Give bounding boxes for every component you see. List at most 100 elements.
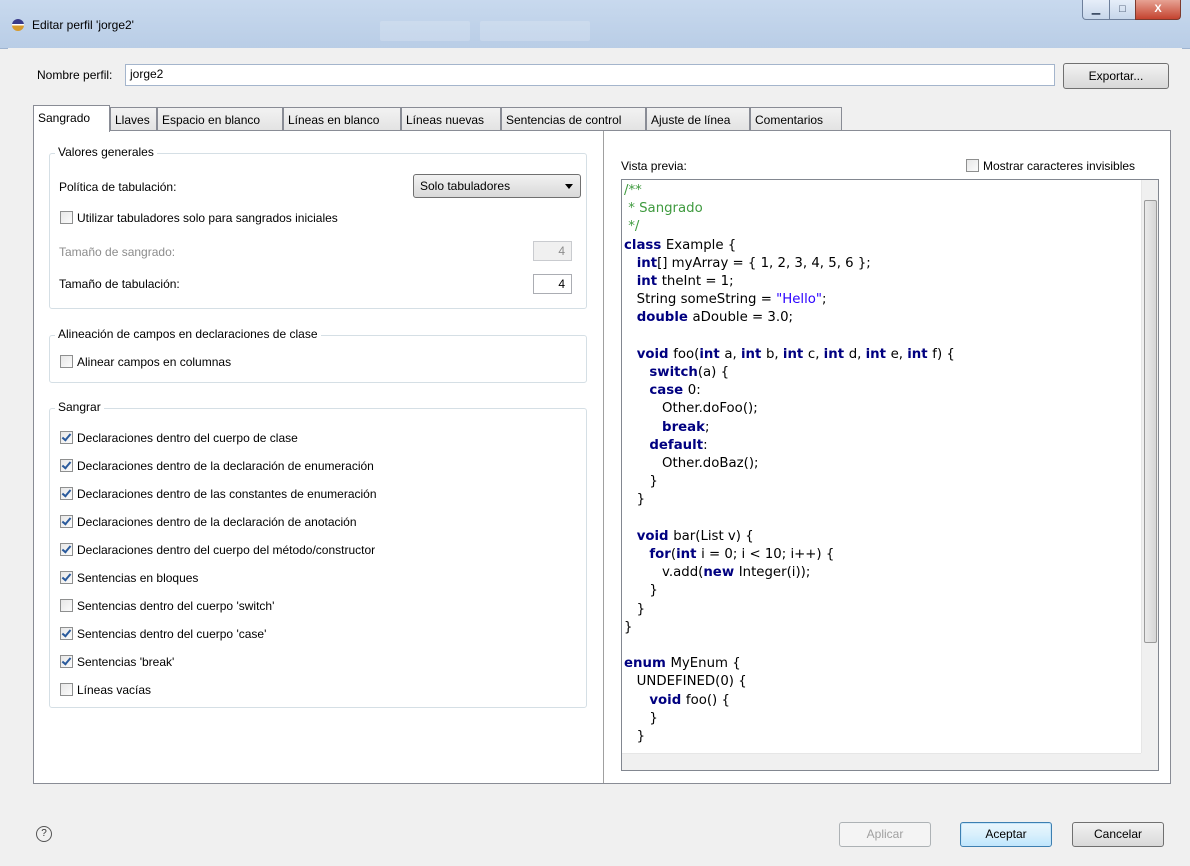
background-blur — [480, 21, 590, 41]
chevron-down-icon — [565, 184, 573, 189]
tab-sangrado[interactable]: Sangrado — [33, 105, 110, 132]
checkbox[interactable] — [60, 599, 73, 612]
code-line: String someString = "Hello"; — [624, 292, 827, 308]
code-line: Other.doBaz(); — [624, 456, 759, 472]
checkbox[interactable] — [60, 543, 73, 556]
code-line: Other.doFoo(); — [624, 401, 758, 417]
panel-divider — [603, 131, 604, 783]
tab-policy-value: Solo tabuladores — [420, 179, 511, 193]
code-line: enum MyEnum { — [624, 656, 741, 672]
tab-ajuste-de-linea[interactable]: Ajuste de línea — [646, 107, 750, 130]
window-title: Editar perfil 'jorge2' — [32, 18, 134, 32]
horizontal-scrollbar[interactable] — [622, 753, 1143, 770]
code-preview[interactable]: /** * Sangrado */ class Example { int[] m… — [621, 179, 1159, 771]
tab-lineas-en-blanco[interactable]: Líneas en blanco — [283, 107, 401, 130]
tab-panel-sangrado: Valores generales Política de tabulación… — [33, 130, 1171, 784]
indent-option-label: Sentencias 'break' — [77, 655, 175, 669]
code-line: } — [624, 474, 658, 490]
indent-size-input[interactable]: 4 — [533, 241, 572, 261]
title-bar: Editar perfil 'jorge2' ▁ □ X — [0, 0, 1190, 49]
preview-label: Vista previa: — [621, 159, 687, 173]
close-button[interactable]: X — [1135, 0, 1181, 20]
tab-llaves[interactable]: Llaves — [110, 107, 157, 130]
general-settings-group: Valores generales Política de tabulación… — [49, 145, 587, 309]
align-fields-label: Alinear campos en columnas — [77, 355, 232, 369]
export-button[interactable]: Exportar... — [1063, 63, 1169, 89]
leading-tabs-label: Utilizar tabuladores solo para sangrados… — [77, 211, 338, 225]
vertical-scrollbar[interactable] — [1141, 180, 1158, 755]
checkbox[interactable] — [60, 431, 73, 444]
help-icon[interactable]: ? — [36, 826, 52, 842]
code-line: switch(a) { — [649, 365, 730, 381]
code-line: } — [624, 601, 646, 617]
apply-button[interactable]: Aplicar — [839, 822, 931, 847]
checkbox[interactable] — [60, 211, 73, 224]
code-line: int[] myArray = { 1, 2, 3, 4, 5, 6 }; — [636, 255, 871, 271]
tab-sentencias-de-control[interactable]: Sentencias de control — [501, 107, 646, 130]
code-line: int theInt = 1; — [636, 274, 734, 290]
tab-policy-select[interactable]: Solo tabuladores — [413, 174, 581, 198]
maximize-button[interactable]: □ — [1109, 0, 1136, 20]
checkbox[interactable] — [60, 655, 73, 668]
code-line: void foo() { — [649, 692, 730, 708]
group-title: Sangrar — [55, 400, 104, 414]
indent-option-label: Sentencias dentro del cuerpo 'switch' — [77, 599, 275, 613]
scroll-corner — [1141, 753, 1158, 770]
eclipse-icon — [12, 19, 24, 31]
tab-comentarios[interactable]: Comentarios — [750, 107, 842, 130]
code-line: UNDEFINED(0) { — [624, 674, 747, 690]
checkbox[interactable] — [60, 487, 73, 500]
dialog-body: Nombre perfil: jorge2 Exportar... Sangra… — [8, 48, 1182, 858]
checkbox[interactable] — [60, 627, 73, 640]
indent-option-label: Sentencias en bloques — [77, 571, 199, 585]
code-line: v.add(new Integer(i)); — [624, 565, 811, 581]
code-line: */ — [624, 219, 640, 235]
checkbox[interactable] — [60, 459, 73, 472]
code-line: default: — [649, 437, 708, 453]
profile-name-input[interactable]: jorge2 — [125, 64, 1055, 86]
background-blur — [380, 21, 470, 41]
indent-size-label: Tamaño de sangrado: — [59, 245, 176, 259]
code-line: } — [624, 710, 658, 726]
scrollbar-thumb[interactable] — [1144, 200, 1157, 643]
code-line: * Sangrado — [624, 201, 703, 217]
checkbox[interactable] — [966, 159, 979, 172]
checkbox[interactable] — [60, 515, 73, 528]
code-line: case 0: — [649, 383, 701, 399]
code-line: } — [624, 583, 658, 599]
indent-option-label: Declaraciones dentro de las constantes d… — [77, 487, 377, 501]
tab-policy-label: Política de tabulación: — [59, 180, 177, 194]
code-line: break; — [662, 419, 710, 435]
indent-option-label: Declaraciones dentro del cuerpo del méto… — [77, 543, 376, 557]
group-title: Valores generales — [55, 145, 157, 159]
code-line: class Example { — [624, 237, 737, 253]
tab-espacio-en-blanco[interactable]: Espacio en blanco — [157, 107, 283, 130]
tab-size-label: Tamaño de tabulación: — [59, 277, 180, 291]
checkbox[interactable] — [60, 355, 73, 368]
tab-lineas-nuevas[interactable]: Líneas nuevas — [401, 107, 501, 130]
indent-option-label: Declaraciones dentro de la declaración d… — [77, 515, 357, 529]
indent-option-label: Declaraciones dentro de la declaración d… — [77, 459, 374, 473]
code-line: void bar(List v) { — [636, 528, 754, 544]
checkbox[interactable] — [60, 683, 73, 696]
code-text: /** * Sangrado */ class Example { int[] m… — [624, 182, 955, 746]
indent-option-label: Declaraciones dentro del cuerpo de clase — [77, 431, 298, 445]
tab-size-input[interactable]: 4 — [533, 274, 572, 294]
accept-button[interactable]: Aceptar — [960, 822, 1052, 847]
code-line: for(int i = 0; i < 10; i++) { — [649, 547, 835, 563]
code-line: } — [624, 619, 633, 635]
checkbox[interactable] — [60, 571, 73, 584]
indent-option-label: Líneas vacías — [77, 683, 152, 697]
group-title: Alineación de campos en declaraciones de… — [55, 327, 321, 341]
cancel-button[interactable]: Cancelar — [1072, 822, 1164, 847]
code-line: double aDouble = 3.0; — [636, 310, 794, 326]
minimize-button[interactable]: ▁ — [1082, 0, 1110, 20]
indent-group: Sangrar Declaraciones dentro del cuerpo … — [49, 400, 587, 708]
field-alignment-group: Alineación de campos en declaraciones de… — [49, 327, 587, 383]
indent-option-label: Sentencias dentro del cuerpo 'case' — [77, 627, 267, 641]
profile-name-label: Nombre perfil: — [37, 68, 113, 82]
code-line: void foo(int a, int b, int c, int d, int… — [636, 346, 955, 362]
code-line: } — [624, 729, 646, 745]
